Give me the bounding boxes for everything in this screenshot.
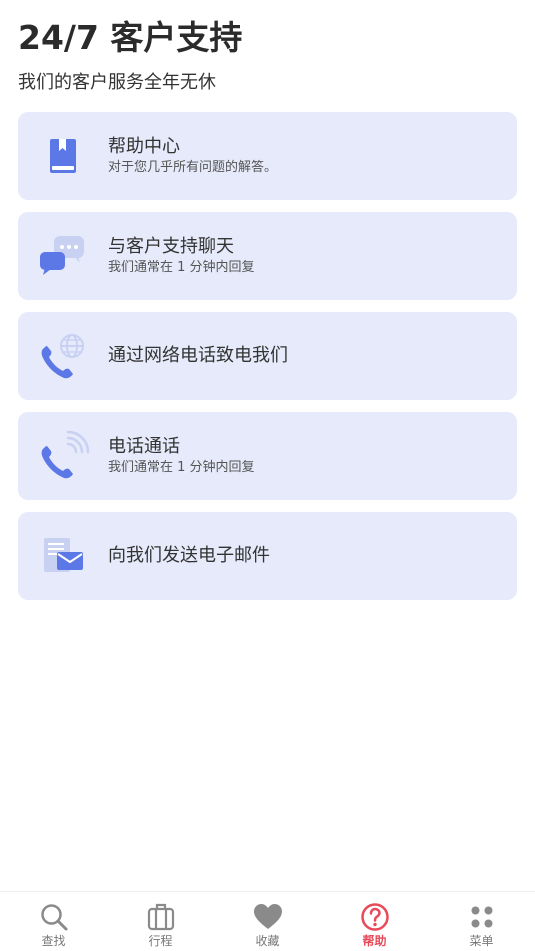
tab-favorites[interactable]: 收藏 [214, 892, 321, 951]
heart-icon [253, 904, 282, 929]
chat-support-label: 与客户支持聊天 [108, 236, 234, 257]
question-icon [360, 903, 389, 931]
tab-search-label: 查找 [41, 934, 66, 948]
web-call-card[interactable]: 通过网络电话致电我们 [18, 312, 517, 400]
email-icon [44, 538, 83, 572]
phone-call-desc: 我们通常在 1 分钟内回复 [108, 460, 255, 475]
tab-trips-label: 行程 [148, 934, 173, 948]
help-center-label: 帮助中心 [108, 136, 180, 157]
bottom-tab-bar: 查找 行程 收藏 帮助 菜单 [0, 891, 535, 951]
luggage-icon [147, 903, 174, 931]
chat-support-desc: 我们通常在 1 分钟内回复 [108, 260, 255, 275]
web-phone-icon [41, 334, 84, 379]
phone-call-label: 电话通话 [108, 436, 180, 457]
phone-call-card[interactable]: 电话通话 我们通常在 1 分钟内回复 [18, 412, 517, 500]
email-card[interactable]: 向我们发送电子邮件 [18, 512, 517, 600]
help-center-card[interactable]: 帮助中心 对于您几乎所有问题的解答。 [18, 112, 517, 200]
tab-menu-label: 菜单 [469, 934, 494, 948]
web-call-label: 通过网络电话致电我们 [108, 345, 288, 366]
search-icon [40, 904, 67, 931]
support-page: 24/7 客户支持 我们的客户服务全年无休 帮助中心 对于您几乎所有问题的解答。… [0, 0, 535, 951]
chat-bubbles-icon [40, 236, 84, 275]
tab-help[interactable]: 帮助 [321, 892, 428, 951]
email-label: 向我们发送电子邮件 [108, 545, 270, 566]
tab-menu[interactable]: 菜单 [428, 892, 535, 951]
tab-search[interactable]: 查找 [0, 892, 107, 951]
tab-favorites-label: 收藏 [255, 934, 280, 948]
phone-call-icon [41, 430, 90, 479]
tab-trips[interactable]: 行程 [107, 892, 214, 951]
page-title: 24/7 客户支持 [18, 18, 243, 57]
menu-dots-icon [471, 906, 492, 928]
help-center-desc: 对于您几乎所有问题的解答。 [108, 160, 278, 175]
page-subtitle: 我们的客户服务全年无休 [18, 72, 216, 93]
tab-help-label: 帮助 [362, 934, 387, 948]
chat-support-card[interactable]: 与客户支持聊天 我们通常在 1 分钟内回复 [18, 212, 517, 300]
help-book-icon [50, 139, 76, 173]
